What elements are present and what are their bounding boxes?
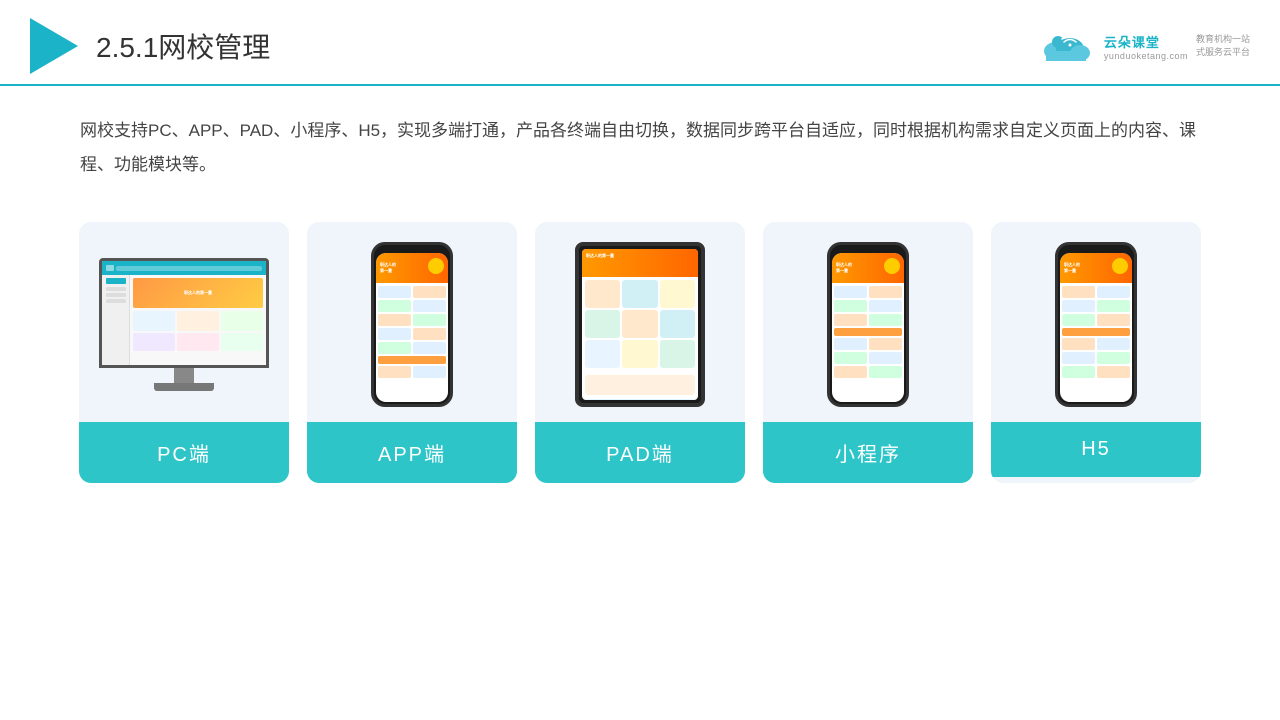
page-header: 2.5.1网校管理 云朵课堂 yunduoketang.com 教 bbox=[0, 0, 1280, 86]
card-app: 职达人的第一量 bbox=[307, 222, 517, 483]
card-app-label: APP端 bbox=[307, 422, 517, 483]
brand-text: 云朵课堂 yunduoketang.com bbox=[1104, 32, 1188, 61]
device-cards-container: 职达人的第一量 bbox=[0, 192, 1280, 503]
logo-triangle-icon bbox=[30, 18, 78, 74]
brand-logo: 云朵课堂 yunduoketang.com 教育机构一站 式服务云平台 bbox=[1036, 29, 1250, 64]
phone-screen-h5: 职达人的第一量 bbox=[1060, 253, 1132, 402]
card-pc-label: PC端 bbox=[79, 422, 289, 483]
description-text: 网校支持PC、APP、PAD、小程序、H5，实现多端打通，产品各终端自由切换，数… bbox=[0, 86, 1280, 192]
card-pc: 职达人的第一量 bbox=[79, 222, 289, 483]
card-miniprogram-label: 小程序 bbox=[763, 422, 973, 483]
pc-monitor-icon: 职达人的第一量 bbox=[99, 258, 269, 391]
card-pc-image: 职达人的第一量 bbox=[79, 222, 289, 422]
header-left: 2.5.1网校管理 bbox=[30, 18, 270, 74]
card-pad: 职达人的第一量 bbox=[535, 222, 745, 483]
card-h5: 职达人的第一量 bbox=[991, 222, 1201, 483]
phone-mockup-h5: 职达人的第一量 bbox=[1055, 242, 1137, 407]
card-pad-label: PAD端 bbox=[535, 422, 745, 483]
phone-mockup-app: 职达人的第一量 bbox=[371, 242, 453, 407]
phone-screen-mini: 职达人的第一量 bbox=[832, 253, 904, 402]
card-app-image: 职达人的第一量 bbox=[307, 222, 517, 422]
phone-screen-app: 职达人的第一量 bbox=[376, 253, 448, 402]
card-pad-image: 职达人的第一量 bbox=[535, 222, 745, 422]
phone-notch-h5 bbox=[1083, 245, 1109, 253]
brand-slogan: 教育机构一站 式服务云平台 bbox=[1196, 33, 1250, 60]
card-h5-image: 职达人的第一量 bbox=[991, 222, 1201, 422]
page-title: 2.5.1网校管理 bbox=[96, 26, 270, 66]
brand-name: 云朵课堂 bbox=[1104, 32, 1188, 51]
brand-url: yunduoketang.com bbox=[1104, 51, 1188, 61]
card-miniprogram: 职达人的第一量 bbox=[763, 222, 973, 483]
tablet-screen: 职达人的第一量 bbox=[582, 249, 698, 400]
tablet-mockup-pad: 职达人的第一量 bbox=[575, 242, 705, 407]
phone-mockup-miniprogram: 职达人的第一量 bbox=[827, 242, 909, 407]
phone-notch-mini bbox=[855, 245, 881, 253]
brand-cloud-icon bbox=[1036, 29, 1096, 64]
phone-notch bbox=[399, 245, 425, 253]
card-h5-label: H5 bbox=[991, 422, 1201, 477]
card-miniprogram-image: 职达人的第一量 bbox=[763, 222, 973, 422]
